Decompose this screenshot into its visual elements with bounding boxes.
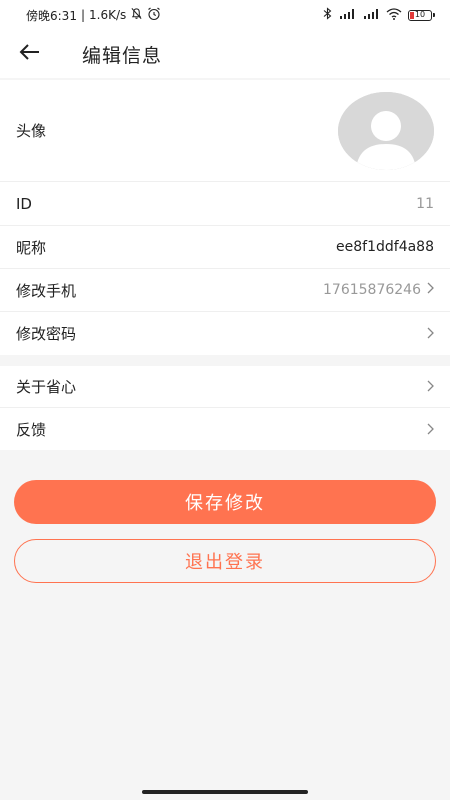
chevron-right-icon — [427, 324, 434, 343]
id-row: ID 11 — [0, 182, 450, 226]
change-phone-row[interactable]: 修改手机 17615876246 — [0, 269, 450, 312]
avatar-placeholder-icon — [338, 91, 434, 170]
status-right: 10 — [323, 7, 435, 23]
mute-icon — [130, 7, 143, 23]
feedback-row[interactable]: 反馈 — [0, 408, 450, 450]
avatar[interactable] — [338, 91, 434, 170]
misc-section: 关于省心 反馈 — [0, 366, 450, 450]
chevron-right-icon — [427, 420, 434, 439]
profile-section: 头像 ID 11 昵称 ee8f1ddf4a88 修改手机 1761587624… — [0, 80, 450, 355]
status-time: 傍晚6:31 — [26, 8, 77, 23]
nickname-value: ee8f1ddf4a88 — [336, 239, 434, 255]
home-indicator[interactable] — [142, 790, 308, 794]
id-label: ID — [16, 194, 32, 213]
signal-icon — [362, 8, 380, 23]
change-password-row[interactable]: 修改密码 — [0, 312, 450, 355]
alarm-icon — [147, 7, 161, 24]
page-title: 编辑信息 — [82, 44, 163, 67]
nickname-label: 昵称 — [16, 238, 47, 257]
chevron-right-icon — [427, 282, 434, 298]
avatar-row[interactable]: 头像 — [0, 80, 450, 182]
change-password-label: 修改密码 — [16, 325, 77, 343]
save-button[interactable]: 保存修改 — [14, 480, 436, 524]
chevron-right-icon — [427, 377, 434, 396]
back-arrow-icon — [19, 43, 41, 65]
status-network-speed: 1.6K/s — [89, 8, 127, 22]
id-value: 11 — [416, 195, 434, 212]
logout-button[interactable]: 退出登录 — [14, 539, 436, 583]
header: 编辑信息 — [0, 30, 450, 78]
about-row[interactable]: 关于省心 — [0, 366, 450, 408]
status-bar: 傍晚6:31 | 1.6K/s 10 — [0, 0, 450, 30]
status-left: 傍晚6:31 | 1.6K/s — [26, 7, 161, 24]
battery-level: 10 — [414, 9, 426, 19]
phone-value: 17615876246 — [323, 282, 421, 298]
about-label: 关于省心 — [16, 378, 77, 396]
wifi-icon — [386, 7, 402, 23]
status-separator: | — [80, 8, 85, 22]
back-button[interactable] — [0, 30, 60, 78]
feedback-label: 反馈 — [16, 420, 47, 439]
signal-hd-icon — [338, 8, 356, 23]
avatar-label: 头像 — [16, 122, 47, 140]
phone-value-group: 17615876246 — [323, 282, 434, 298]
bluetooth-icon — [323, 7, 332, 23]
nickname-row[interactable]: 昵称 ee8f1ddf4a88 — [0, 226, 450, 269]
battery-icon: 10 — [408, 9, 435, 21]
change-phone-label: 修改手机 — [16, 281, 77, 300]
